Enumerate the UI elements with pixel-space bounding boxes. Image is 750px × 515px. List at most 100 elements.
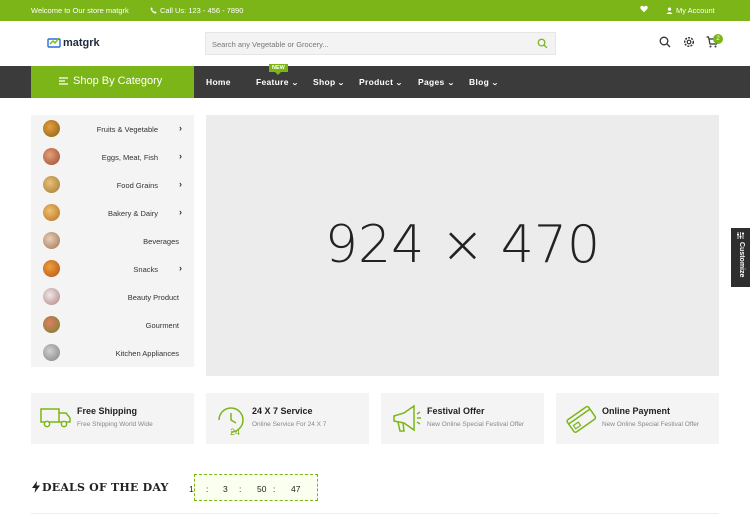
welcome-text: Welcome to Our store matgrk — [31, 6, 129, 15]
call-text: Call Us: 123 - 456 - 7890 — [160, 6, 244, 15]
chevron-right-icon: › — [179, 207, 182, 217]
chevron-down-icon: ⌄ — [395, 80, 404, 87]
gear-icon[interactable] — [683, 36, 695, 48]
chevron-down-icon: ⌄ — [290, 80, 299, 87]
search-placeholder: Search any Vegetable or Grocery... — [212, 40, 329, 49]
chevron-down-icon: ⌄ — [491, 80, 500, 87]
category-label: Beauty Product — [127, 293, 179, 302]
category-item[interactable]: Gourment — [31, 311, 194, 339]
timer-seconds: 47 — [291, 484, 301, 494]
category-label: Beverages — [143, 237, 179, 246]
banner-placeholder-text: 924 × 470 — [324, 215, 601, 275]
divider — [31, 513, 719, 514]
customize-label: Customize — [738, 242, 745, 278]
deals-title: DEALS OF THE DAY — [42, 481, 169, 494]
deals-of-the-day-heading: DEALS OF THE DAY — [32, 481, 169, 494]
cart-count-badge: 2 — [713, 34, 723, 44]
nav-shop[interactable]: Shop ⌄ — [313, 77, 345, 87]
eggs-meat-fish-icon — [43, 148, 60, 165]
menu-icon — [59, 77, 68, 85]
feature-24x7-service: 24 24 X 7 Service Online Service For 24 … — [206, 393, 369, 444]
main-nav: Shop By Category Home NEW Feature ⌄ Shop ⌄… — [0, 64, 750, 98]
lightning-icon — [32, 481, 40, 493]
chevron-right-icon: › — [179, 263, 182, 273]
beverages-icon — [43, 232, 60, 249]
nav-home-label: Home — [206, 77, 231, 87]
feature-title: Free Shipping — [77, 406, 138, 416]
nav-pages-label: Pages — [418, 77, 445, 87]
category-label: Gourment — [145, 321, 179, 330]
wishlist-heart-icon[interactable] — [640, 5, 648, 15]
truck-icon — [40, 408, 71, 428]
megaphone-icon — [393, 404, 421, 432]
category-label: Food Grains — [116, 181, 158, 190]
category-sidebar: Fruits & Vegetable › Eggs, Meat, Fish › … — [31, 115, 194, 367]
search-icon[interactable] — [659, 36, 671, 48]
feature-title: Festival Offer — [427, 406, 485, 416]
fruits-vegetable-icon — [43, 120, 60, 137]
timer-minutes: 50 — [257, 484, 267, 494]
logo[interactable]: matgrk — [47, 36, 100, 49]
nav-feature-label: Feature — [256, 77, 289, 87]
user-icon — [666, 7, 673, 14]
search-input[interactable]: Search any Vegetable or Grocery... — [205, 32, 556, 55]
logo-basket-icon — [47, 37, 61, 48]
header: matgrk Search any Vegetable or Grocery..… — [0, 21, 750, 66]
nav-blog-label: Blog — [469, 77, 490, 87]
nav-pages[interactable]: Pages ⌄ — [418, 77, 454, 87]
timer-sep: : — [273, 484, 276, 494]
clock-24-icon: 24 — [218, 407, 244, 436]
nav-product[interactable]: Product ⌄ — [359, 77, 404, 87]
search-icon[interactable] — [537, 38, 548, 49]
chevron-down-icon: ⌄ — [337, 80, 346, 87]
timer-days: 1 — [189, 484, 194, 494]
nav-home[interactable]: Home — [206, 77, 231, 87]
category-label: Fruits & Vegetable — [96, 125, 158, 134]
chevron-right-icon: › — [179, 151, 182, 161]
category-item[interactable]: Food Grains › — [31, 171, 194, 199]
top-bar: Welcome to Our store matgrk Call Us: 123… — [0, 0, 750, 21]
nav-feature[interactable]: Feature ⌄ — [256, 77, 299, 87]
hero-banner[interactable]: 924 × 470 — [206, 115, 719, 376]
my-account-link[interactable]: My Account — [666, 6, 715, 15]
countdown-timer: 1 : 3 : 50 : 47 — [189, 474, 318, 501]
nav-blog[interactable]: Blog ⌄ — [469, 77, 500, 87]
category-label: Snacks — [133, 265, 158, 274]
snacks-icon — [43, 260, 60, 277]
feature-free-shipping: Free Shipping Free Shipping World Wide — [31, 393, 194, 444]
category-item[interactable]: Fruits & Vegetable › — [31, 115, 194, 143]
category-item[interactable]: Beverages — [31, 227, 194, 255]
category-item[interactable]: Beauty Product — [31, 283, 194, 311]
sliders-icon — [737, 232, 744, 239]
chevron-right-icon: › — [179, 123, 182, 133]
call-info: Call Us: 123 - 456 - 7890 — [150, 6, 243, 15]
category-item[interactable]: Bakery & Dairy › — [31, 199, 194, 227]
chevron-right-icon: › — [179, 179, 182, 189]
category-item[interactable]: Snacks › — [31, 255, 194, 283]
feature-subtitle: Online Service For 24 X 7 — [252, 421, 327, 428]
beauty-product-icon — [43, 288, 60, 305]
timer-sep: : — [239, 484, 242, 494]
feature-subtitle: New Online Special Festival Offer — [602, 421, 700, 428]
credit-card-icon — [566, 405, 597, 433]
my-account-label: My Account — [676, 6, 715, 15]
shop-by-category-label: Shop By Category — [73, 75, 163, 87]
chevron-down-icon: ⌄ — [446, 80, 455, 87]
logo-text: matgrk — [63, 37, 100, 49]
feature-subtitle: Free Shipping World Wide — [77, 421, 153, 428]
category-label: Kitchen Appliances — [115, 349, 179, 358]
feature-title: 24 X 7 Service — [252, 406, 313, 416]
shop-by-category-button[interactable]: Shop By Category — [31, 66, 194, 98]
new-badge: NEW — [269, 64, 288, 75]
category-item[interactable]: Eggs, Meat, Fish › — [31, 143, 194, 171]
nav-product-label: Product — [359, 77, 394, 87]
feature-title: Online Payment — [602, 406, 671, 416]
customize-tab[interactable]: Customize — [731, 228, 750, 287]
feature-festival-offer: Festival Offer New Online Special Festiv… — [381, 393, 544, 444]
phone-icon — [150, 7, 157, 14]
feature-subtitle: New Online Special Festival Offer — [427, 421, 525, 428]
category-item[interactable]: Kitchen Appliances — [31, 339, 194, 367]
feature-online-payment: Online Payment New Online Special Festiv… — [556, 393, 719, 444]
nav-shop-label: Shop — [313, 77, 336, 87]
timer-hours: 3 — [223, 484, 228, 494]
